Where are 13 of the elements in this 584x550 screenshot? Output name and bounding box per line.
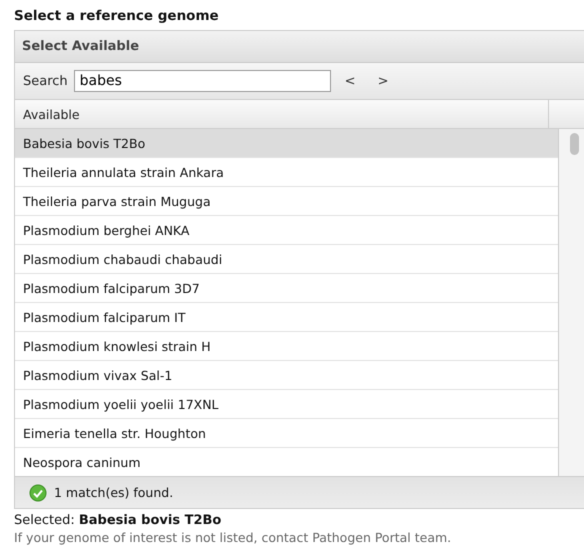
help-text: If your genome of interest is not listed, contact Pathogen Portal team. [14, 530, 452, 545]
search-field[interactable]: babes [74, 70, 331, 92]
next-button[interactable]: > [370, 74, 396, 88]
scroll-thumb[interactable] [570, 133, 579, 155]
panel-header: Select Available [15, 31, 584, 63]
section-title: Select a reference genome [14, 8, 220, 26]
search-label: Search [23, 74, 68, 88]
status-text: 1 match(es) found. [54, 485, 174, 500]
genome-row[interactable]: Babesia bovis T2Bo [15, 129, 558, 158]
scrollbar[interactable] [559, 129, 584, 476]
check-icon [29, 484, 47, 502]
selected-text: Selected: Babesia bovis T2Bo [14, 513, 222, 528]
previous-button[interactable]: < [336, 74, 364, 88]
